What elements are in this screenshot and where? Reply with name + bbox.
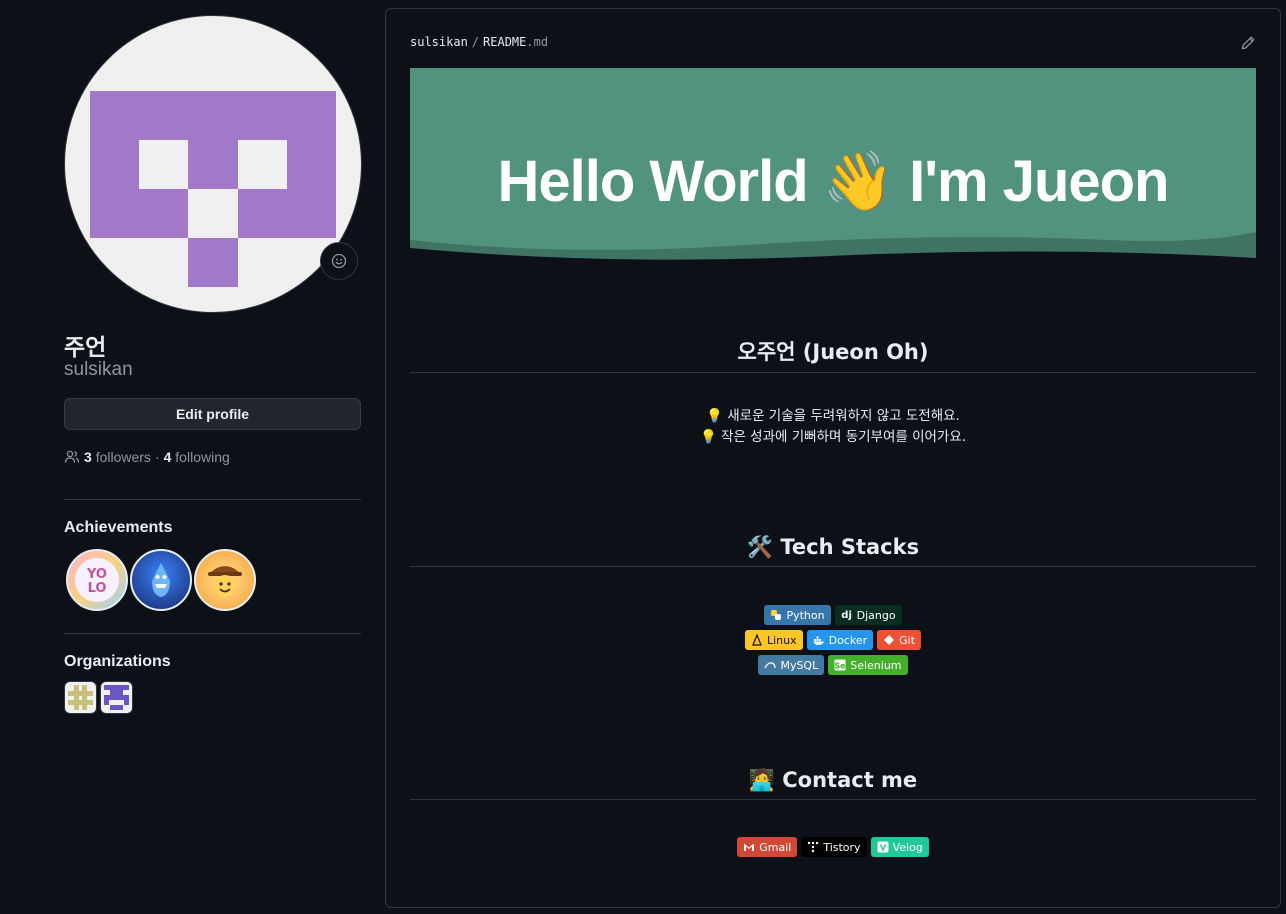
readme-breadcrumb: sulsikan / README.md: [410, 35, 548, 49]
tech-badge-row: Linux Docker Git: [410, 630, 1256, 650]
organizations-title: Organizations: [64, 653, 171, 670]
pull-shark-badge-icon[interactable]: [130, 549, 192, 611]
intro-line: 💡 작은 성과에 기뻐하며 동기부여를 이어가요.: [699, 429, 967, 445]
intro-line: 💡 새로운 기술을 두려워하지 않고 도전해요.: [706, 408, 960, 424]
git-badge[interactable]: Git: [877, 630, 922, 650]
badge-label: Gmail: [759, 840, 792, 854]
readme-intro: 💡 새로운 기술을 두려워하지 않고 도전해요. 💡 작은 성과에 기뻐하며 동…: [410, 406, 1256, 448]
git-icon: [883, 634, 895, 646]
django-icon: dj: [841, 609, 852, 621]
svg-text:YO: YO: [86, 567, 107, 582]
yolo-badge-art: YO LO: [75, 558, 119, 602]
readme-banner: Hello World 👋 I'm Jueon: [410, 68, 1256, 266]
sidebar-divider: [64, 499, 361, 500]
tech-badge-row: MySQL Se Selenium: [410, 655, 1256, 675]
achievements-title[interactable]: Achievements: [64, 519, 173, 537]
velog-badge[interactable]: Velog: [870, 837, 929, 857]
avatar[interactable]: [64, 15, 362, 313]
followers-count: 3: [84, 449, 92, 465]
readme-panel: sulsikan / README.md Hello World 👋 I'm J…: [385, 8, 1281, 908]
sidebar-divider: [64, 633, 361, 634]
quickdraw-badge-icon[interactable]: [194, 549, 256, 611]
yolo-badge-icon[interactable]: YO LO: [66, 549, 128, 611]
pull-shark-badge-art: [152, 563, 170, 597]
following-link[interactable]: 4 following: [164, 449, 230, 465]
tistory-icon: [807, 841, 819, 853]
svg-text:Se: Se: [835, 662, 847, 671]
mysql-badge[interactable]: MySQL: [758, 655, 825, 675]
profile-username: sulsikan: [64, 359, 133, 380]
profile-display-name: 주언: [64, 335, 107, 361]
org-identicon-yellow: [68, 685, 93, 710]
docker-icon: [813, 634, 825, 646]
readme-owner-link[interactable]: sulsikan: [410, 35, 468, 49]
linux-badge[interactable]: Linux: [744, 630, 803, 650]
linux-icon: [751, 634, 763, 646]
pencil-icon[interactable]: [1240, 35, 1256, 51]
profile-page: 주언 sulsikan Edit profile 3 followers · 4…: [0, 0, 1286, 914]
gmail-badge[interactable]: Gmail: [737, 837, 798, 857]
org-avatar-purple[interactable]: [100, 681, 133, 714]
path-separator: /: [471, 35, 480, 49]
badge-label: Django: [856, 608, 896, 622]
follow-stats: 3 followers · 4 following: [64, 449, 230, 465]
badge-label: Python: [786, 608, 825, 622]
selenium-badge[interactable]: Se Selenium: [828, 655, 908, 675]
tech-badge-row: Python dj Django: [410, 605, 1256, 625]
followers-label: followers: [95, 449, 151, 465]
following-label: following: [175, 449, 230, 465]
readme-name-heading: 오주언 (Jueon Oh): [410, 336, 1256, 373]
badge-label: Git: [899, 633, 916, 647]
docker-badge[interactable]: Docker: [806, 630, 874, 650]
org-identicon-purple: [104, 685, 129, 710]
followers-link[interactable]: 3 followers: [84, 449, 151, 465]
velog-icon: [877, 841, 889, 853]
python-icon: [770, 609, 782, 621]
people-icon: [64, 450, 80, 463]
readme-file-ext: .md: [526, 35, 549, 49]
readme-file-link[interactable]: README.md: [483, 35, 548, 49]
following-count: 4: [163, 449, 172, 465]
contact-heading: 🧑‍💻 Contact me: [410, 768, 1256, 800]
org-avatar-yellow[interactable]: [64, 681, 97, 714]
set-status-button[interactable]: [320, 242, 358, 280]
badge-label: Selenium: [850, 658, 902, 672]
readme-file-name: README: [483, 35, 527, 49]
smiley-icon: [331, 253, 347, 269]
selenium-icon: Se: [834, 659, 846, 671]
banner-title: Hello World 👋 I'm Jueon: [497, 149, 1170, 214]
quickdraw-badge-art: [208, 566, 242, 597]
mysql-icon: [764, 659, 777, 671]
follow-separator: ·: [154, 449, 160, 465]
badge-label: Tistory: [823, 840, 861, 854]
gmail-icon: [743, 841, 755, 853]
contact-badge-row: Gmail Tistory Velog: [410, 837, 1256, 857]
tech-stacks-heading: 🛠️ Tech Stacks: [410, 535, 1256, 567]
badge-label: Velog: [892, 840, 923, 854]
badge-label: Docker: [828, 633, 868, 647]
django-badge[interactable]: dj Django: [834, 605, 902, 625]
avatar-container: [64, 15, 362, 313]
banner-wave: [410, 232, 1256, 266]
python-badge[interactable]: Python: [764, 605, 831, 625]
identicon: [90, 91, 336, 287]
svg-text:LO: LO: [88, 581, 107, 596]
badge-label: Linux: [766, 633, 797, 647]
badge-label: MySQL: [780, 658, 819, 672]
tistory-badge[interactable]: Tistory: [801, 837, 867, 857]
edit-profile-button[interactable]: Edit profile: [64, 398, 361, 430]
